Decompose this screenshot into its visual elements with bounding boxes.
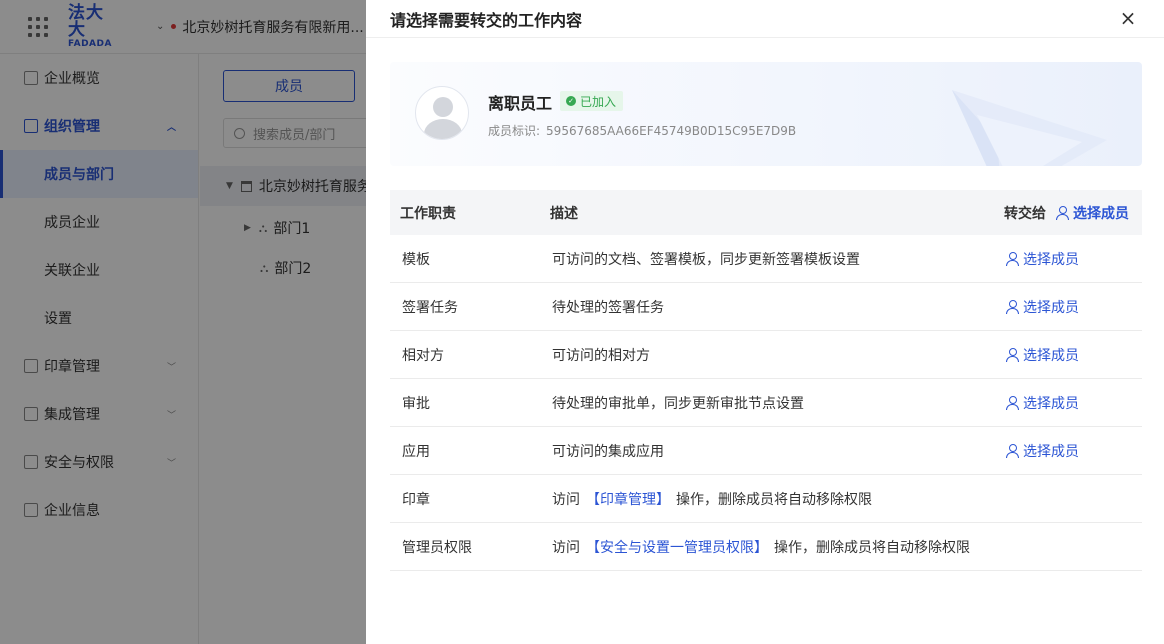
select-member-label: 选择成员 [1023,347,1079,364]
member-name: 离职员工 [488,94,553,113]
select-member-button[interactable]: 选择成员 [1006,345,1079,365]
desc-cell: 访问 【安全与设置一管理员权限】 操作，删除成员将自动移除权限 [538,537,1142,557]
user-icon [1006,300,1019,314]
desc-cell: 可访问的集成应用 [552,443,664,460]
table-header: 工作职责 描述 转交给 选择成员 [390,190,1142,235]
profile-card: 离职员工 ✓ 已加入 成员标识: 59567685AA66EF45749B0D15… [390,62,1142,166]
member-id: 成员标识: 59567685AA66EF45749B0D15C95E7D9B [488,122,796,139]
check-circle-icon: ✓ [566,96,576,106]
header-transfer: 转交给 选择成员 [990,203,1142,223]
avatar [415,86,469,140]
transfer-drawer: 请选择需要转交的工作内容 × 离职员工 ✓ 已加入 成员标识: 59567685A… [366,0,1164,644]
drawer-title: 请选择需要转交的工作内容 [390,10,583,30]
select-member-button[interactable]: 选择成员 [1006,393,1079,413]
desc-cell: 可访问的相对方 [552,347,650,364]
desc-prefix: 访问 [552,491,580,508]
status-badge: ✓ 已加入 [560,91,624,111]
desc-prefix: 访问 [552,539,580,556]
desc-cell: 待处理的签署任务 [552,299,664,316]
select-member-label: 选择成员 [1023,443,1079,460]
paper-plane-decoration [952,90,1107,166]
member-id-value: 59567685AA66EF45749B0D15C95E7D9B [546,124,797,138]
duty-cell: 相对方 [402,347,444,364]
select-member-label: 选择成员 [1073,205,1129,222]
user-icon [1056,206,1069,220]
table-row: 应用 可访问的集成应用 选择成员 [390,427,1142,475]
duty-cell: 应用 [402,443,430,460]
admin-permission-link[interactable]: 【安全与设置一管理员权限】 [586,540,768,556]
select-member-button[interactable]: 选择成员 [1006,441,1079,461]
table-row: 模板 可访问的文档、签署模板，同步更新签署模板设置 选择成员 [390,235,1142,283]
table-row: 管理员权限 访问 【安全与设置一管理员权限】 操作，删除成员将自动移除权限 [390,523,1142,571]
duty-cell: 模板 [402,251,430,268]
desc-cell: 待处理的审批单，同步更新审批节点设置 [552,395,804,412]
header-duty: 工作职责 [400,205,456,222]
select-member-label: 选择成员 [1023,299,1079,316]
select-member-label: 选择成员 [1023,251,1079,268]
desc-suffix: 操作，删除成员将自动移除权限 [676,491,872,508]
select-member-button[interactable]: 选择成员 [1006,297,1079,317]
member-id-label: 成员标识: [488,124,541,138]
desc-suffix: 操作，删除成员将自动移除权限 [774,539,970,556]
status-badge-label: 已加入 [580,94,617,109]
seal-management-link[interactable]: 【印章管理】 [586,492,670,508]
duty-cell: 印章 [402,491,430,508]
select-member-button[interactable]: 选择成员 [1006,249,1079,269]
table-row: 印章 访问 【印章管理】 操作，删除成员将自动移除权限 [390,475,1142,523]
user-icon [1006,444,1019,458]
table-row: 签署任务 待处理的签署任务 选择成员 [390,283,1142,331]
duty-cell: 签署任务 [402,299,458,316]
desc-cell: 访问 【印章管理】 操作，删除成员将自动移除权限 [538,489,1142,509]
duties-table: 工作职责 描述 转交给 选择成员 模板 可访问的文档、签署模板，同步更新签署模板… [390,190,1142,571]
drawer-header: 请选择需要转交的工作内容 × [366,0,1164,38]
table-row: 相对方 可访问的相对方 选择成员 [390,331,1142,379]
user-icon [1006,396,1019,410]
select-member-all-button[interactable]: 选择成员 [1056,203,1129,223]
duty-cell: 管理员权限 [402,539,472,556]
user-icon [1006,348,1019,362]
table-row: 审批 待处理的审批单，同步更新审批节点设置 选择成员 [390,379,1142,427]
close-icon[interactable]: × [1116,6,1140,30]
duty-cell: 审批 [402,395,430,412]
desc-cell: 可访问的文档、签署模板，同步更新签署模板设置 [552,251,860,268]
header-desc: 描述 [550,205,578,222]
header-transfer-label: 转交给 [1004,205,1046,222]
user-icon [1006,252,1019,266]
select-member-label: 选择成员 [1023,395,1079,412]
